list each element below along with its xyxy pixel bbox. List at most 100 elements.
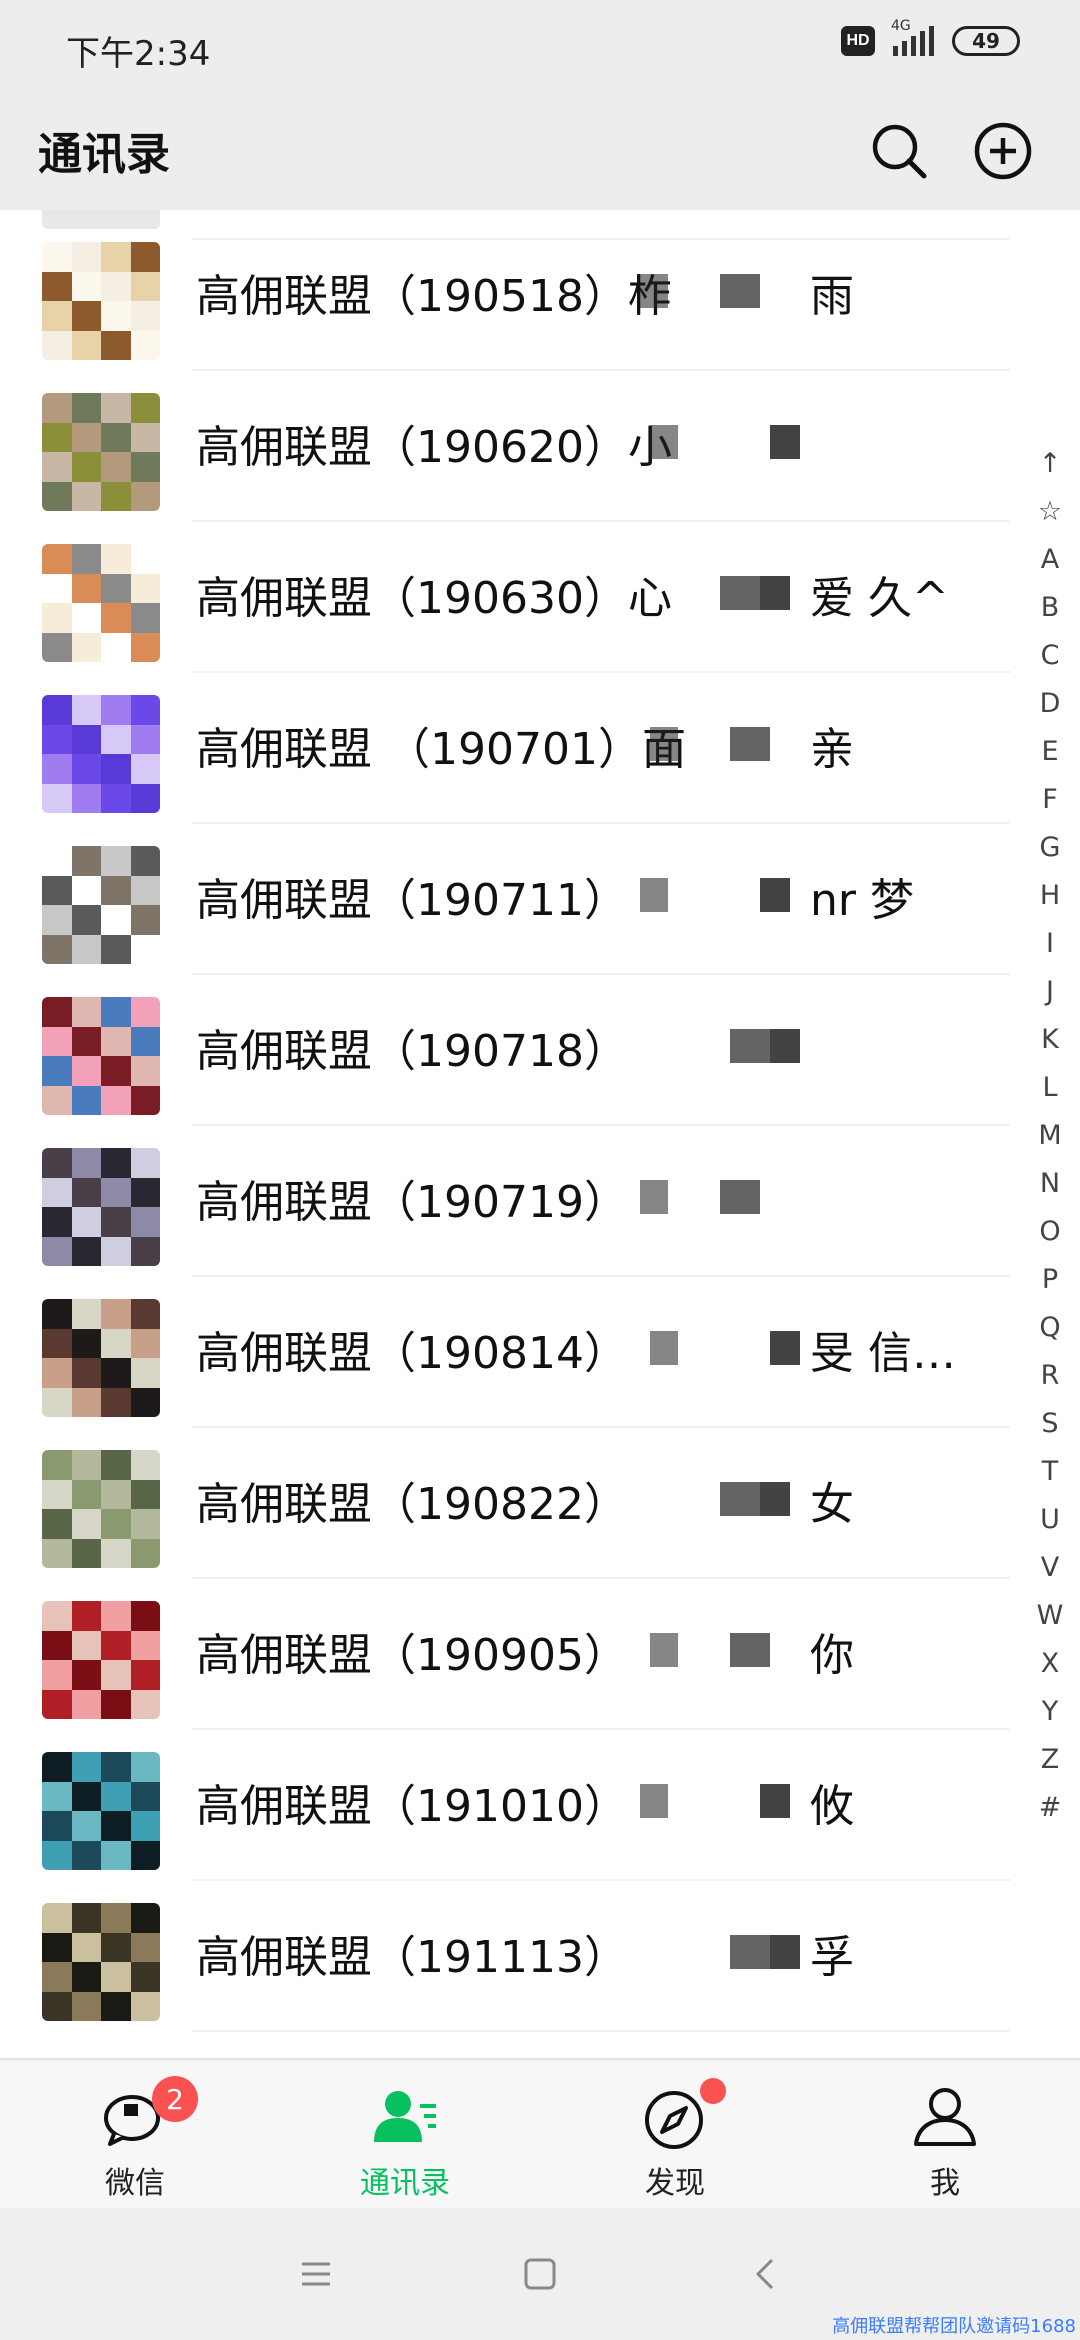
index-letter[interactable]: J [1046, 968, 1054, 1016]
contact-row[interactable]: 高佣联盟（190620）小 [0, 371, 1010, 522]
avatar [42, 242, 160, 360]
back-icon[interactable] [736, 2244, 796, 2304]
home-icon[interactable] [510, 2244, 570, 2304]
avatar [42, 544, 160, 662]
index-letter[interactable]: U [1040, 1496, 1060, 1544]
tab-me[interactable]: 我 [810, 2060, 1080, 2210]
tab-label-me: 我 [930, 2166, 960, 2201]
contact-name: 高佣联盟（190620）小 [196, 422, 672, 473]
contact-name-tail: 旻 信… [810, 1328, 956, 1379]
avatar [42, 997, 160, 1115]
contact-name: 高佣联盟（191010） [196, 1781, 628, 1832]
redacted-block [640, 274, 668, 308]
contact-name: 高佣联盟（190719） [196, 1177, 628, 1228]
redacted-block [730, 1935, 770, 1969]
tab-contacts[interactable]: 通讯录 [270, 2060, 540, 2210]
contact-row[interactable]: 高佣联盟（190711） nr 梦 [0, 824, 1010, 975]
index-letter[interactable]: L [1042, 1064, 1057, 1112]
index-letter[interactable]: Y [1042, 1688, 1059, 1736]
redacted-block [650, 727, 678, 761]
unread-badge: 2 [152, 2076, 198, 2122]
redacted-block [640, 878, 668, 912]
index-letter[interactable]: K [1041, 1016, 1059, 1064]
contact-list[interactable]: 高佣联盟（190518）柞 雨高佣联盟（190620）小高佣联盟（190630）心… [0, 210, 1080, 2058]
tab-discover[interactable]: 发现 [540, 2060, 810, 2210]
index-letter[interactable]: N [1040, 1160, 1060, 1208]
redacted-block [760, 1482, 790, 1516]
contact-row[interactable]: 高佣联盟（190718） [0, 975, 1010, 1126]
search-icon[interactable] [866, 118, 932, 184]
tab-wechat[interactable]: 2 微信 [0, 2060, 270, 2210]
contact-name: 高佣联盟 （190701）面 [196, 724, 686, 775]
index-letter[interactable]: R [1041, 1352, 1060, 1400]
avatar [42, 1752, 160, 1870]
index-letter[interactable]: M [1038, 1112, 1061, 1160]
contact-name-tail: 孚 [810, 1932, 854, 1983]
contact-row[interactable]: 高佣联盟 （190701）面 亲 [0, 673, 1010, 824]
contact-row[interactable]: 高佣联盟（190822） 女 [0, 1428, 1010, 1579]
index-letter[interactable]: P [1042, 1256, 1058, 1304]
index-letter[interactable]: B [1041, 584, 1060, 632]
signal-icon: 4G [891, 18, 934, 56]
index-letter[interactable]: H [1040, 872, 1060, 920]
redacted-block [650, 425, 678, 459]
tab-label-discover: 发现 [645, 2166, 705, 2201]
index-letter[interactable]: # [1039, 1784, 1062, 1832]
contact-row[interactable]: 高佣联盟（191010） 攸 [0, 1730, 1010, 1881]
contact-name: 高佣联盟（191113） [196, 1932, 628, 1983]
index-letter[interactable]: Z [1041, 1736, 1060, 1784]
system-nav-bar: 高佣联盟帮帮团队邀请码1688 [0, 2208, 1080, 2340]
index-letter[interactable]: W [1037, 1592, 1064, 1640]
contact-row[interactable]: 高佣联盟（190814） 旻 信… [0, 1277, 1010, 1428]
alphabet-index[interactable]: ↑ ☆ A B C D E F G H I J K L M N O P Q R S T U V W X Y Z # [1020, 440, 1080, 1823]
contact-row[interactable]: 高佣联盟（190630）心 爱 久^ [0, 522, 1010, 673]
index-letter[interactable]: F [1042, 776, 1058, 824]
hd-icon: HD [841, 26, 875, 56]
contact-row[interactable]: 高佣联盟（190719） [0, 1126, 1010, 1277]
contact-name: 高佣联盟（190711） [196, 875, 628, 926]
index-letter[interactable]: V [1041, 1544, 1059, 1592]
app-header: 通讯录 [0, 92, 1080, 210]
index-letter[interactable]: ☆ [1038, 488, 1062, 536]
menu-icon[interactable] [286, 2244, 346, 2304]
redacted-block [640, 1180, 668, 1214]
status-icons: HD 4G 49 [841, 18, 1020, 56]
redacted-block [770, 1331, 800, 1365]
index-letter[interactable]: S [1041, 1400, 1058, 1448]
index-letter[interactable]: E [1041, 728, 1058, 776]
contact-name-tail: 雨 [810, 271, 854, 322]
contact-name-tail: 爱 久^ [810, 573, 949, 624]
index-letter[interactable]: X [1041, 1640, 1060, 1688]
index-letter[interactable]: Q [1039, 1304, 1060, 1352]
contact-row[interactable]: 高佣联盟（190518）柞 雨 [0, 220, 1010, 371]
index-letter[interactable]: O [1039, 1208, 1060, 1256]
contact-name-tail: nr 梦 [810, 875, 914, 926]
contact-row[interactable]: 高佣联盟（191113） 孚 [0, 1881, 1010, 2032]
index-letter[interactable]: G [1040, 824, 1061, 872]
watermark-text: 高佣联盟帮帮团队邀请码1688 [832, 2316, 1076, 2337]
redacted-block [720, 1180, 760, 1214]
index-letter[interactable]: D [1040, 680, 1061, 728]
redacted-block [720, 274, 760, 308]
tab-label-wechat: 微信 [105, 2166, 165, 2201]
divider [192, 2030, 1010, 2032]
index-letter[interactable]: I [1046, 920, 1054, 968]
redacted-block [650, 1331, 678, 1365]
battery-icon: 49 [952, 26, 1020, 56]
redacted-block [770, 1029, 800, 1063]
status-bar: 下午2:34 HD 4G 49 [0, 0, 1080, 92]
avatar [42, 1903, 160, 2021]
contact-name: 高佣联盟（190905） [196, 1630, 628, 1681]
person-icon [914, 2088, 976, 2146]
contact-row[interactable]: 高佣联盟（190905） 你 [0, 1579, 1010, 1730]
index-letter[interactable]: ↑ [1039, 440, 1062, 488]
index-letter[interactable]: A [1041, 536, 1059, 584]
contact-name-tail: 攸 [810, 1781, 854, 1832]
avatar [42, 695, 160, 813]
network-type: 4G [891, 18, 911, 34]
index-letter[interactable]: C [1041, 632, 1060, 680]
contact-name-tail: 你 [810, 1630, 854, 1681]
index-letter[interactable]: T [1042, 1448, 1059, 1496]
avatar [42, 1148, 160, 1266]
add-circle-icon[interactable] [970, 118, 1036, 184]
